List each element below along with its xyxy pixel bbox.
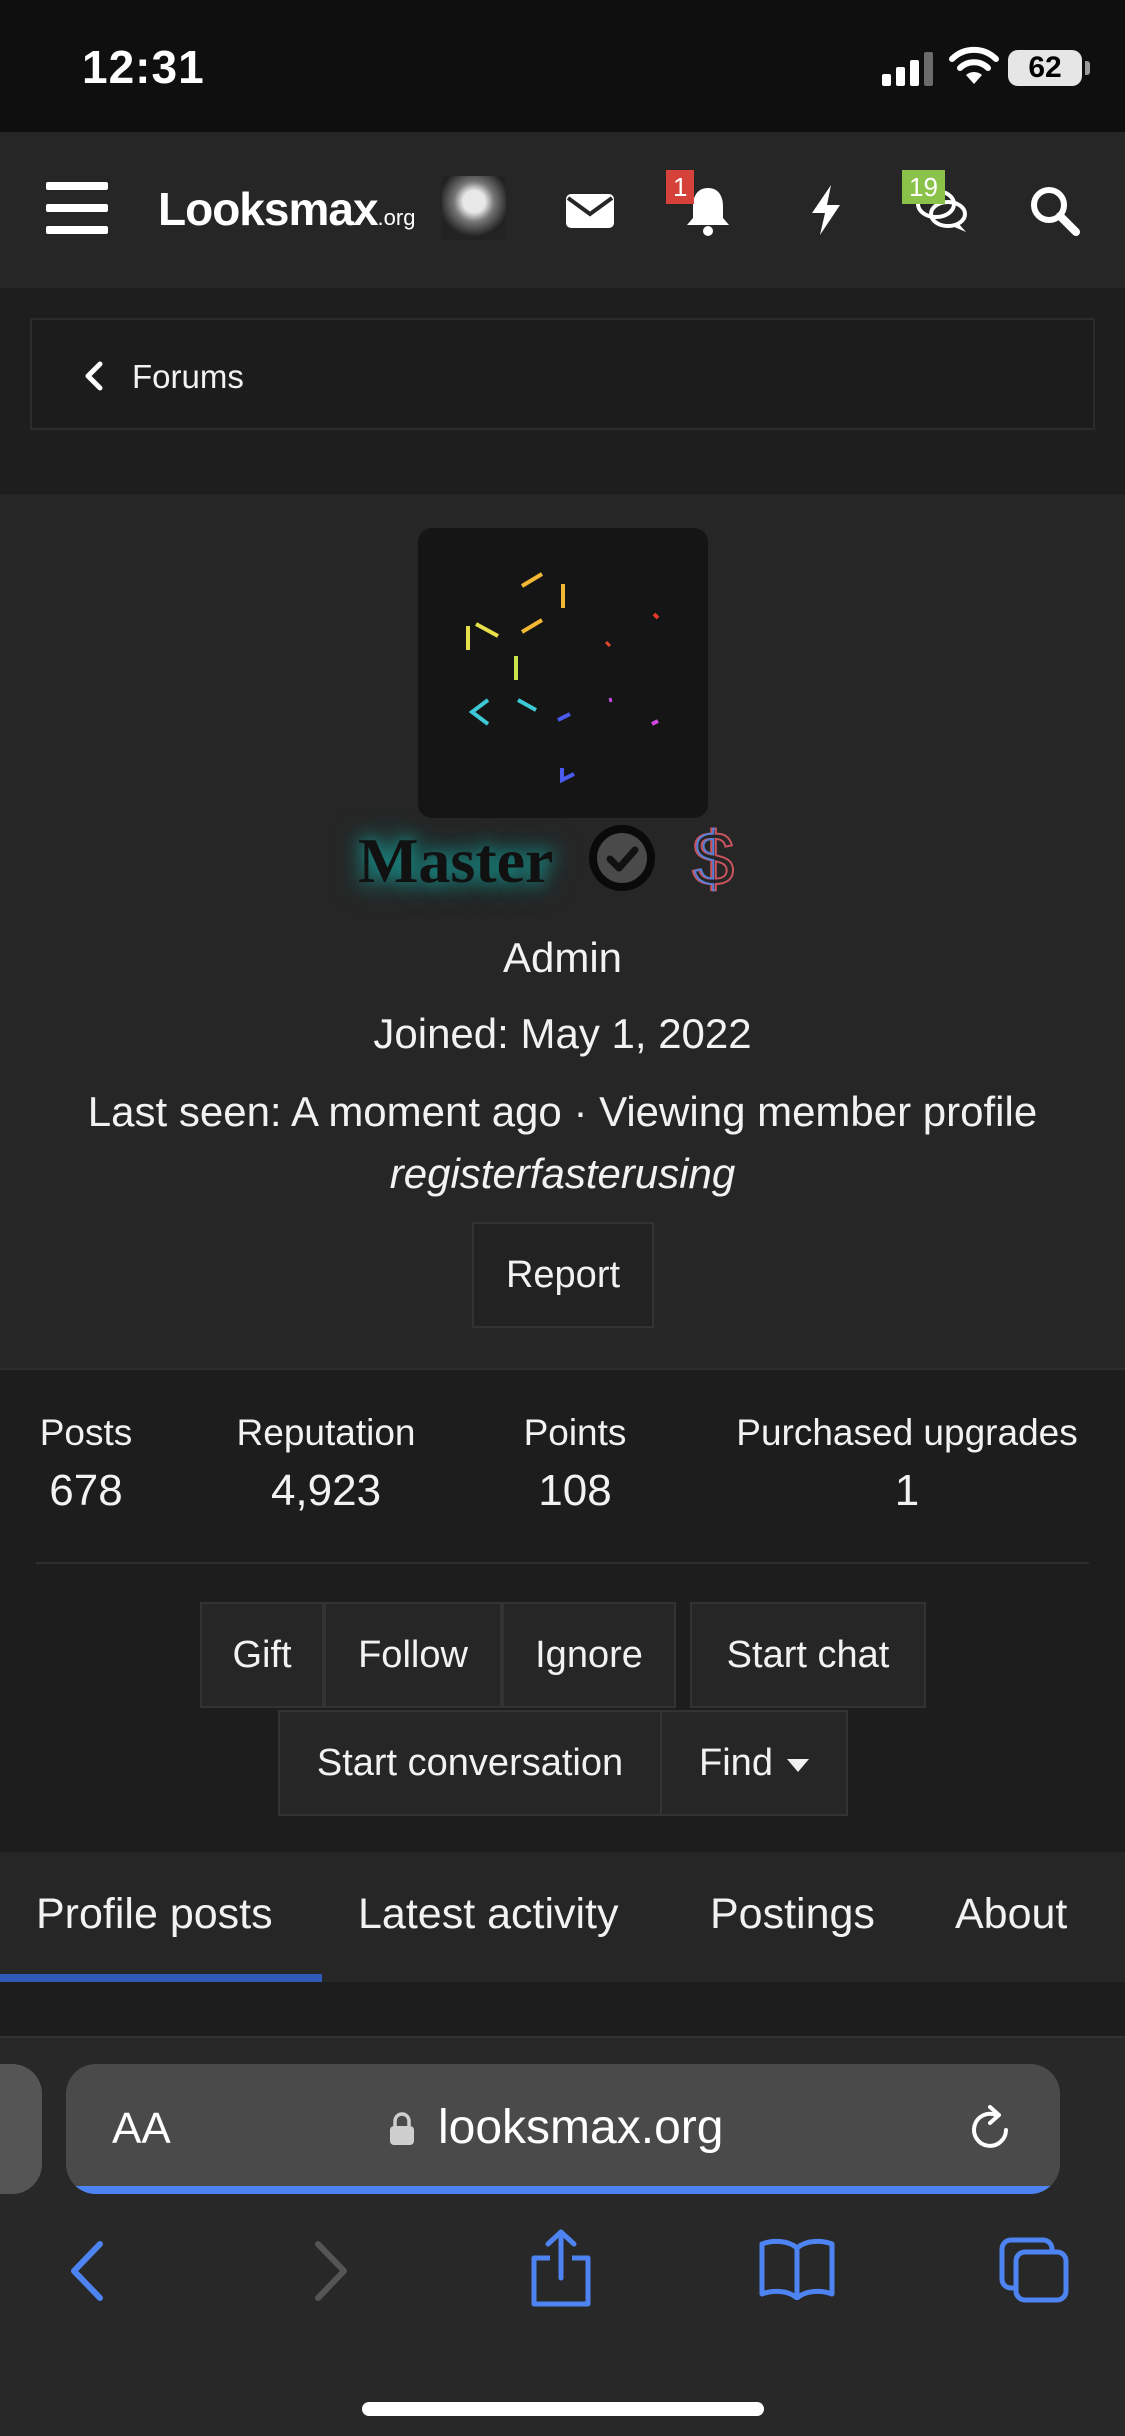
upgrade-dollar-icon: $	[691, 816, 735, 903]
profile-tabs: Profile posts Latest activity Postings A…	[0, 1852, 1125, 1982]
address-bar[interactable]: AA looksmax.org	[66, 2064, 1060, 2194]
user-tagline: registerfasterusing	[389, 1150, 736, 1197]
text-size-button[interactable]: AA	[112, 2104, 171, 2154]
stat-label: Posts	[39, 1412, 133, 1453]
back-icon[interactable]	[64, 2236, 112, 2306]
profile-username: Master	[358, 825, 554, 896]
joined-date: Joined: May 1, 2022	[373, 1010, 752, 1057]
share-icon[interactable]	[528, 2228, 594, 2308]
profile-avatar[interactable]	[418, 528, 708, 818]
report-button[interactable]: Report	[472, 1222, 654, 1328]
start-chat-button[interactable]: Start chat	[690, 1602, 926, 1708]
reload-icon[interactable]	[962, 2102, 1018, 2158]
site-header: Looksmax.org 1 19	[0, 132, 1125, 288]
verified-badge-icon	[589, 825, 655, 891]
start-conversation-button[interactable]: Start conversation	[278, 1710, 662, 1816]
user-avatar[interactable]	[442, 176, 506, 240]
find-dropdown[interactable]: Find	[660, 1710, 848, 1816]
cellular-signal-icon	[882, 52, 933, 86]
forward-icon[interactable]	[306, 2236, 354, 2306]
stat-label: Reputation	[236, 1412, 416, 1453]
stat-purchased-upgrades[interactable]: Purchased upgrades 1	[724, 1412, 1090, 1516]
envelope-icon[interactable]	[562, 182, 618, 238]
stat-reputation[interactable]: Reputation 4,923	[226, 1412, 426, 1516]
follow-button[interactable]: Follow	[324, 1602, 502, 1708]
chevron-left-icon	[85, 361, 103, 391]
stats-section: Posts 678 Reputation 4,923 Points 108 Pu…	[0, 1368, 1125, 1852]
chat-badge: 19	[902, 170, 945, 204]
content-area	[0, 1982, 1125, 2036]
text-size-label: AA	[112, 2104, 171, 2153]
status-time: 12:31	[82, 41, 205, 93]
site-logo[interactable]: Looksmax.org	[158, 182, 415, 236]
find-label: Find	[699, 1741, 773, 1784]
stat-value: 108	[538, 1466, 612, 1515]
bolt-icon[interactable]	[798, 182, 854, 238]
notification-badge: 1	[666, 170, 695, 204]
bookmarks-icon[interactable]	[758, 2236, 836, 2300]
stat-label: Points	[523, 1412, 627, 1453]
tabs-icon[interactable]	[998, 2236, 1070, 2304]
profile-header: Master $ Admin Joined: May 1, 2022 Last …	[0, 494, 1125, 1368]
tab-profile-posts[interactable]: Profile posts	[36, 1890, 273, 1939]
breadcrumb-section: Forums	[0, 288, 1125, 492]
stat-value: 678	[49, 1466, 123, 1515]
page-load-progress	[70, 2186, 1056, 2194]
stat-value: 4,923	[270, 1466, 382, 1515]
caret-down-icon	[786, 1758, 809, 1772]
search-icon[interactable]	[1026, 182, 1082, 238]
status-bar: 12:31 62	[0, 0, 1125, 132]
wifi-icon	[949, 46, 999, 84]
home-indicator	[362, 2402, 764, 2416]
stat-value: 1	[894, 1466, 920, 1515]
stat-label: Purchased upgrades	[736, 1412, 1078, 1453]
battery-indicator: 62	[1008, 50, 1090, 86]
active-tab-indicator	[0, 1974, 322, 1982]
tab-about[interactable]: About	[955, 1890, 1067, 1939]
menu-icon[interactable]	[46, 182, 108, 234]
url-text: looksmax.org	[438, 2101, 724, 2154]
tab-latest-activity[interactable]: Latest activity	[358, 1890, 619, 1939]
stat-points[interactable]: Points 108	[512, 1412, 638, 1516]
divider	[36, 1562, 1089, 1564]
user-role: Admin	[502, 934, 623, 981]
stat-posts[interactable]: Posts 678	[36, 1412, 136, 1516]
gift-button[interactable]: Gift	[200, 1602, 324, 1708]
ignore-button[interactable]: Ignore	[502, 1602, 676, 1708]
breadcrumb-label: Forums	[132, 358, 244, 395]
last-seen: Last seen: A moment ago · Viewing member…	[87, 1088, 1038, 1135]
lock-icon	[390, 2112, 414, 2145]
breadcrumb[interactable]: Forums	[30, 318, 1095, 430]
tab-postings[interactable]: Postings	[710, 1890, 875, 1939]
browser-toolbar: AA looksmax.org	[0, 2036, 1125, 2436]
previous-tab-peek[interactable]	[0, 2064, 42, 2194]
